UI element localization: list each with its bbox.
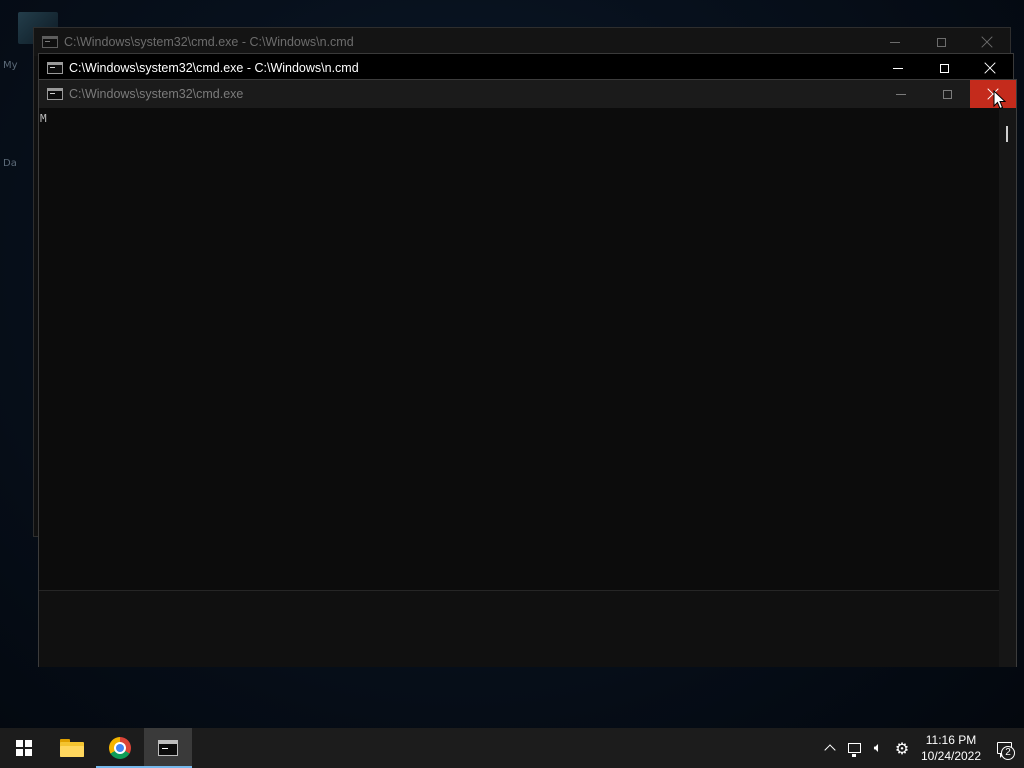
cmd-icon xyxy=(42,36,58,48)
desktop-icon-label: My xyxy=(3,60,18,71)
title-bar[interactable]: C:\Windows\system32\cmd.exe xyxy=(39,80,1016,108)
window-title: C:\Windows\system32\cmd.exe xyxy=(69,87,244,101)
close-button[interactable] xyxy=(964,28,1010,56)
maximize-button[interactable] xyxy=(924,80,970,108)
chevron-up-icon xyxy=(824,744,836,756)
minimize-button[interactable] xyxy=(875,54,921,82)
maximize-button[interactable] xyxy=(918,28,964,56)
maximize-icon xyxy=(942,89,952,99)
title-bar[interactable]: C:\Windows\system32\cmd.exe - C:\Windows… xyxy=(39,54,1013,82)
close-button[interactable] xyxy=(967,54,1013,82)
taskbar: 🔈︎ ⚙ 11:16 PM 10/24/2022 2 xyxy=(0,728,1024,768)
settings-gear-icon: ⚙ xyxy=(894,738,910,758)
taskbar-chrome[interactable] xyxy=(96,728,144,768)
mouse-cursor-icon xyxy=(993,90,1007,110)
taskbar-command-prompt[interactable] xyxy=(144,728,192,768)
desktop-icon-label: Da xyxy=(3,158,17,169)
minimize-icon xyxy=(896,93,906,95)
volume-icon: 🔈︎ xyxy=(873,740,883,756)
minimize-icon xyxy=(893,67,903,69)
cmd-window-foreground[interactable]: C:\Windows\system32\cmd.exe M xyxy=(38,79,1017,667)
close-icon xyxy=(981,36,993,48)
network-icon xyxy=(847,743,861,757)
settings-button[interactable]: ⚙ xyxy=(890,728,914,768)
maximize-icon xyxy=(936,37,946,47)
taskbar-file-explorer[interactable] xyxy=(48,728,96,768)
system-tray: 🔈︎ ⚙ 11:16 PM 10/24/2022 2 xyxy=(818,728,1024,768)
maximize-button[interactable] xyxy=(921,54,967,82)
cmd-icon xyxy=(47,62,63,74)
network-button[interactable] xyxy=(842,728,866,768)
window-title: C:\Windows\system32\cmd.exe - C:\Windows… xyxy=(69,61,359,75)
minimize-button[interactable] xyxy=(872,28,918,56)
windows-start-icon xyxy=(16,740,32,756)
action-center-button[interactable]: 2 xyxy=(984,728,1024,768)
scrollbar-thumb[interactable] xyxy=(1006,126,1008,142)
close-icon xyxy=(984,62,996,74)
volume-button[interactable]: 🔈︎ xyxy=(866,728,890,768)
command-prompt-icon xyxy=(158,740,178,756)
minimize-icon xyxy=(890,41,900,43)
vertical-scrollbar[interactable] xyxy=(999,108,1016,667)
clock-time: 11:16 PM xyxy=(925,733,977,747)
window-title: C:\Windows\system32\cmd.exe - C:\Windows… xyxy=(64,35,354,49)
show-hidden-icons-button[interactable] xyxy=(818,728,842,768)
clock-date: 10/24/2022 xyxy=(920,749,982,763)
clock[interactable]: 11:16 PM 10/24/2022 xyxy=(918,728,984,768)
console-output[interactable]: M xyxy=(39,108,1000,590)
title-bar[interactable]: C:\Windows\system32\cmd.exe - C:\Windows… xyxy=(34,28,1010,56)
console-area[interactable] xyxy=(39,590,1000,667)
chrome-icon xyxy=(109,737,131,759)
notification-count-badge: 2 xyxy=(1001,746,1015,760)
maximize-icon xyxy=(939,63,949,73)
file-explorer-icon xyxy=(60,739,84,757)
minimize-button[interactable] xyxy=(878,80,924,108)
cmd-icon xyxy=(47,88,63,100)
start-button[interactable] xyxy=(0,728,48,768)
